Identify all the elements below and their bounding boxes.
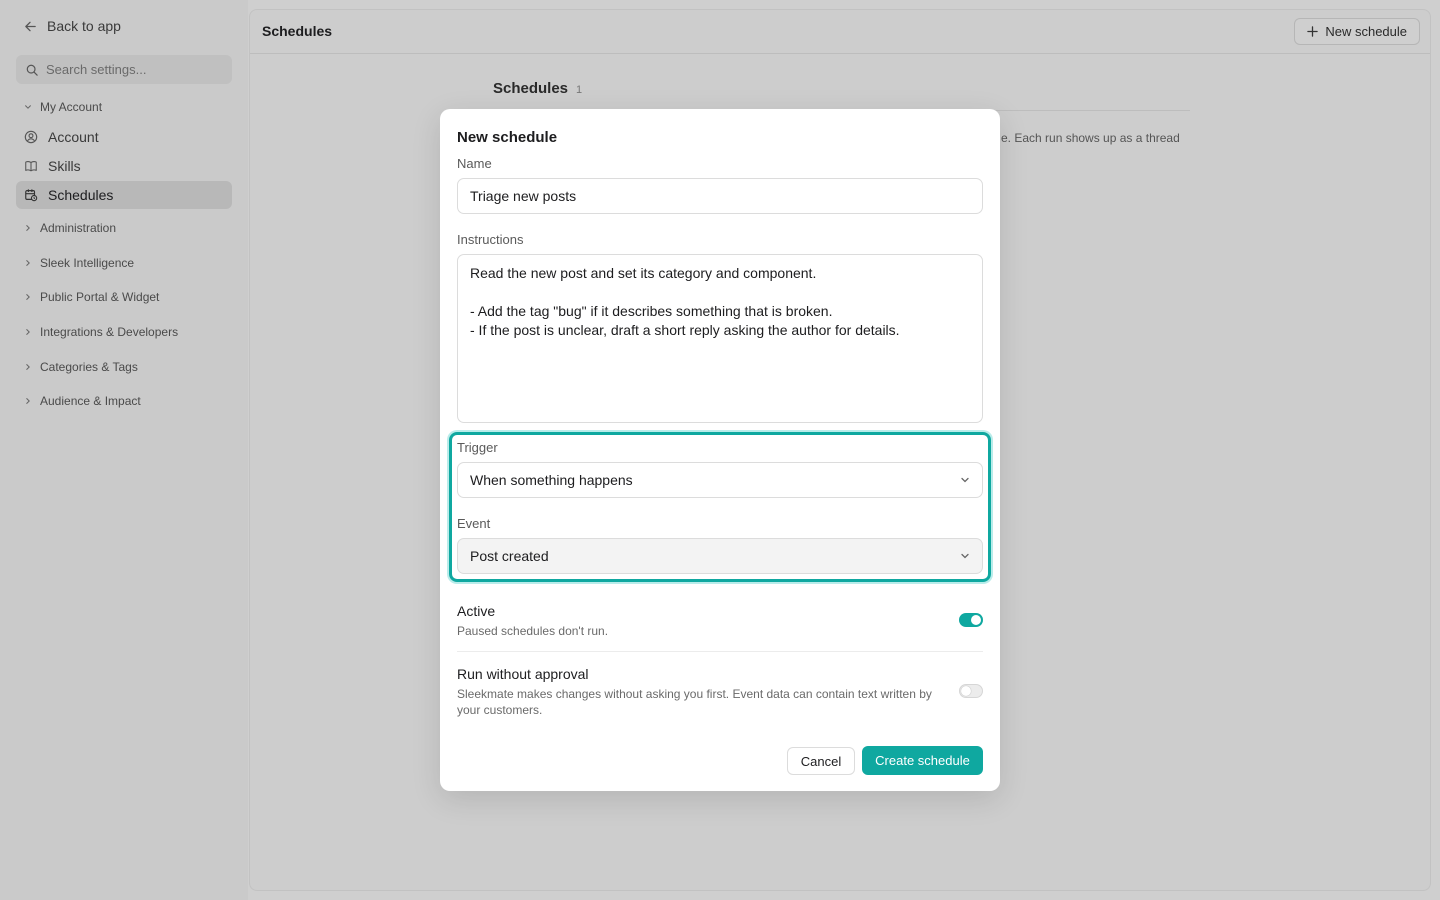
- new-schedule-dialog: New schedule Name Instructions Read the …: [440, 109, 1000, 791]
- chevron-right-icon: [24, 363, 32, 371]
- chevron-right-icon: [24, 259, 32, 267]
- main-header: Schedules New schedule: [250, 10, 1430, 54]
- section-title-text: Schedules: [493, 80, 569, 97]
- active-title: Active: [457, 603, 496, 619]
- schedules-count-badge: 1: [576, 84, 583, 96]
- chevron-right-icon: [24, 397, 32, 405]
- create-schedule-button[interactable]: Create schedule: [862, 746, 983, 775]
- chevron-right-icon: [24, 293, 32, 301]
- settings-divider: [457, 651, 983, 652]
- section-description: e. Each run shows up as a thread: [1001, 131, 1180, 145]
- nav-group-label: Administration: [40, 221, 117, 235]
- settings-sidebar: Back to app My Account Account Skills Sc…: [0, 0, 248, 900]
- new-schedule-label: New schedule: [1325, 24, 1407, 39]
- chevron-down-icon: [24, 103, 32, 111]
- nav-group-label: Categories & Tags: [40, 360, 138, 374]
- nav-group-integrations[interactable]: Integrations & Developers: [24, 325, 178, 339]
- settings-search[interactable]: [16, 55, 232, 84]
- event-label: Event: [457, 516, 491, 531]
- sidebar-item-account[interactable]: Account: [16, 123, 232, 151]
- instructions-field[interactable]: Read the new post and set its category a…: [457, 254, 983, 423]
- chevron-down-icon: [960, 551, 970, 561]
- sidebar-item-skills[interactable]: Skills: [16, 152, 232, 180]
- user-circle-icon: [24, 130, 38, 144]
- active-description: Paused schedules don't run.: [457, 624, 609, 638]
- plus-icon: [1307, 26, 1319, 37]
- name-label: Name: [457, 156, 492, 171]
- sidebar-item-label: Account: [48, 129, 99, 145]
- search-input[interactable]: [46, 62, 216, 77]
- trigger-value: When something happens: [470, 472, 633, 488]
- book-icon: [24, 159, 38, 173]
- chevron-right-icon: [24, 328, 32, 336]
- approval-description: Sleekmate makes changes without asking y…: [457, 687, 932, 717]
- new-schedule-button[interactable]: New schedule: [1294, 18, 1420, 45]
- back-to-app-label: Back to app: [47, 18, 121, 34]
- nav-group-label: Audience & Impact: [40, 394, 141, 408]
- nav-group-administration[interactable]: Administration: [24, 221, 116, 235]
- sidebar-item-schedules[interactable]: Schedules: [16, 181, 232, 209]
- arrow-left-icon: [24, 20, 37, 33]
- approval-toggle[interactable]: [959, 684, 983, 698]
- back-to-app-link[interactable]: Back to app: [24, 16, 121, 36]
- sidebar-item-label: Schedules: [48, 187, 114, 203]
- calendar-clock-icon: [24, 188, 38, 202]
- event-select[interactable]: Post created: [457, 538, 983, 574]
- sidebar-item-label: Skills: [48, 158, 81, 174]
- cancel-button[interactable]: Cancel: [787, 747, 855, 775]
- nav-group-label: Integrations & Developers: [40, 325, 179, 339]
- nav-group-label: My Account: [40, 100, 103, 114]
- trigger-select[interactable]: When something happens: [457, 462, 983, 498]
- name-field[interactable]: [457, 178, 983, 214]
- nav-group-audience-impact[interactable]: Audience & Impact: [24, 394, 141, 408]
- chevron-right-icon: [24, 224, 32, 232]
- instructions-label: Instructions: [457, 232, 524, 247]
- chevron-down-icon: [960, 475, 970, 485]
- nav-group-label: Sleek Intelligence: [40, 256, 135, 270]
- page-title: Schedules: [262, 23, 333, 39]
- trigger-label: Trigger: [457, 440, 498, 455]
- nav-group-public-portal[interactable]: Public Portal & Widget: [24, 290, 159, 304]
- dialog-title: New schedule: [457, 129, 558, 146]
- active-toggle[interactable]: [959, 613, 983, 627]
- nav-group-label: Public Portal & Widget: [40, 290, 160, 304]
- approval-title: Run without approval: [457, 666, 589, 682]
- event-value: Post created: [470, 548, 549, 564]
- nav-group-my-account[interactable]: My Account: [24, 100, 102, 114]
- search-icon: [26, 64, 38, 76]
- nav-group-sleek-intelligence[interactable]: Sleek Intelligence: [24, 256, 134, 270]
- nav-group-categories-tags[interactable]: Categories & Tags: [24, 360, 138, 374]
- schedules-section-title: Schedules 1: [493, 80, 582, 97]
